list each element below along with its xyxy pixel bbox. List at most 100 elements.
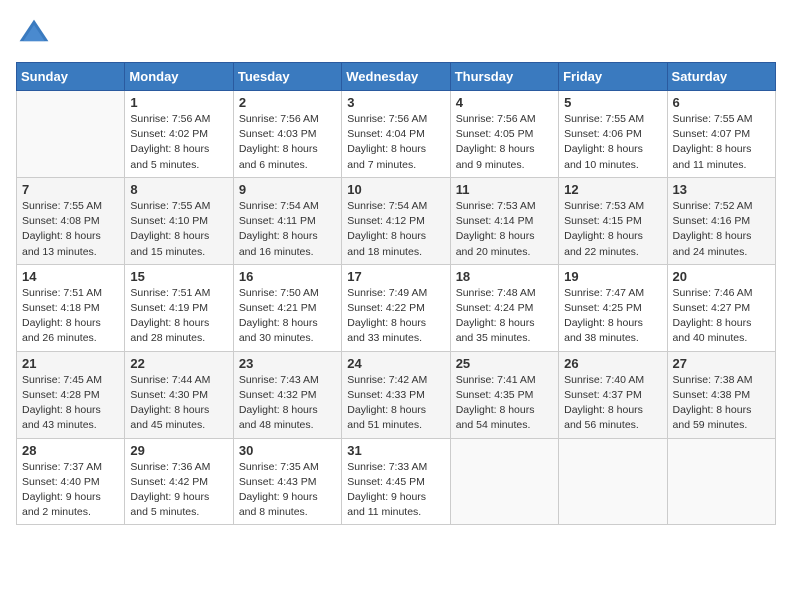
calendar-header-row: SundayMondayTuesdayWednesdayThursdayFrid… <box>17 63 776 91</box>
day-number: 26 <box>564 356 661 371</box>
day-info: Sunrise: 7:55 AM Sunset: 4:07 PM Dayligh… <box>673 112 770 173</box>
calendar-day-cell: 12 Sunrise: 7:53 AM Sunset: 4:15 PM Dayli… <box>559 177 667 264</box>
calendar-day-header: Monday <box>125 63 233 91</box>
calendar-day-header: Wednesday <box>342 63 450 91</box>
calendar-day-header: Sunday <box>17 63 125 91</box>
calendar-day-cell: 20Sunrise: 7:46 AM Sunset: 4:27 PM Dayli… <box>667 264 775 351</box>
calendar-day-header: Friday <box>559 63 667 91</box>
calendar-header: SundayMondayTuesdayWednesdayThursdayFrid… <box>17 63 776 91</box>
day-number: 4 <box>456 95 553 110</box>
day-number: 29 <box>130 443 227 458</box>
calendar-day-cell: 10 Sunrise: 7:54 AM Sunset: 4:12 PM Dayli… <box>342 177 450 264</box>
calendar-day-cell: 21Sunrise: 7:45 AM Sunset: 4:28 PM Dayli… <box>17 351 125 438</box>
day-number: 25 <box>456 356 553 371</box>
day-info: Sunrise: 7:53 AM Sunset: 4:15 PM Dayligh… <box>564 199 661 260</box>
calendar-day-cell: 3 Sunrise: 7:56 AM Sunset: 4:04 PM Daylig… <box>342 91 450 178</box>
calendar-week-row: 7 Sunrise: 7:55 AM Sunset: 4:08 PM Daylig… <box>17 177 776 264</box>
day-info: Sunrise: 7:38 AM Sunset: 4:38 PM Dayligh… <box>673 373 770 434</box>
day-info: Sunrise: 7:49 AM Sunset: 4:22 PM Dayligh… <box>347 286 444 347</box>
page-header <box>16 16 776 52</box>
calendar-day-cell: 14 Sunrise: 7:51 AM Sunset: 4:18 PM Dayli… <box>17 264 125 351</box>
calendar-day-cell: 28 Sunrise: 7:37 AM Sunset: 4:40 PM Dayli… <box>17 438 125 525</box>
day-info: Sunrise: 7:55 AM Sunset: 4:06 PM Dayligh… <box>564 112 661 173</box>
day-info: Sunrise: 7:51 AM Sunset: 4:18 PM Dayligh… <box>22 286 119 347</box>
calendar-day-cell: 30 Sunrise: 7:35 AM Sunset: 4:43 PM Dayli… <box>233 438 341 525</box>
day-number: 8 <box>130 182 227 197</box>
day-info: Sunrise: 7:52 AM Sunset: 4:16 PM Dayligh… <box>673 199 770 260</box>
calendar-day-cell: 1 Sunrise: 7:56 AM Sunset: 4:02 PM Daylig… <box>125 91 233 178</box>
day-info: Sunrise: 7:55 AM Sunset: 4:08 PM Dayligh… <box>22 199 119 260</box>
calendar-day-cell: 16 Sunrise: 7:50 AM Sunset: 4:21 PM Dayli… <box>233 264 341 351</box>
day-info: Sunrise: 7:51 AM Sunset: 4:19 PM Dayligh… <box>130 286 227 347</box>
calendar-day-cell: 23Sunrise: 7:43 AM Sunset: 4:32 PM Dayli… <box>233 351 341 438</box>
day-number: 2 <box>239 95 336 110</box>
calendar-day-cell: 8 Sunrise: 7:55 AM Sunset: 4:10 PM Daylig… <box>125 177 233 264</box>
day-info: Sunrise: 7:56 AM Sunset: 4:04 PM Dayligh… <box>347 112 444 173</box>
day-number: 5 <box>564 95 661 110</box>
calendar-week-row: 1 Sunrise: 7:56 AM Sunset: 4:02 PM Daylig… <box>17 91 776 178</box>
calendar-day-cell <box>667 438 775 525</box>
day-info: Sunrise: 7:33 AM Sunset: 4:45 PM Dayligh… <box>347 460 444 521</box>
day-number: 24 <box>347 356 444 371</box>
day-info: Sunrise: 7:56 AM Sunset: 4:05 PM Dayligh… <box>456 112 553 173</box>
day-number: 9 <box>239 182 336 197</box>
day-number: 6 <box>673 95 770 110</box>
day-number: 10 <box>347 182 444 197</box>
day-number: 27 <box>673 356 770 371</box>
calendar-day-cell: 11 Sunrise: 7:53 AM Sunset: 4:14 PM Dayli… <box>450 177 558 264</box>
day-number: 15 <box>130 269 227 284</box>
day-info: Sunrise: 7:46 AM Sunset: 4:27 PM Dayligh… <box>673 286 770 347</box>
calendar-day-cell <box>559 438 667 525</box>
day-info: Sunrise: 7:41 AM Sunset: 4:35 PM Dayligh… <box>456 373 553 434</box>
calendar-week-row: 28 Sunrise: 7:37 AM Sunset: 4:40 PM Dayli… <box>17 438 776 525</box>
day-number: 22 <box>130 356 227 371</box>
calendar-day-cell: 17 Sunrise: 7:49 AM Sunset: 4:22 PM Dayli… <box>342 264 450 351</box>
day-info: Sunrise: 7:42 AM Sunset: 4:33 PM Dayligh… <box>347 373 444 434</box>
day-info: Sunrise: 7:37 AM Sunset: 4:40 PM Dayligh… <box>22 460 119 521</box>
day-number: 13 <box>673 182 770 197</box>
day-number: 11 <box>456 182 553 197</box>
day-number: 28 <box>22 443 119 458</box>
day-info: Sunrise: 7:54 AM Sunset: 4:12 PM Dayligh… <box>347 199 444 260</box>
day-info: Sunrise: 7:53 AM Sunset: 4:14 PM Dayligh… <box>456 199 553 260</box>
day-number: 30 <box>239 443 336 458</box>
calendar-day-cell: 5 Sunrise: 7:55 AM Sunset: 4:06 PM Daylig… <box>559 91 667 178</box>
day-info: Sunrise: 7:45 AM Sunset: 4:28 PM Dayligh… <box>22 373 119 434</box>
calendar-day-header: Thursday <box>450 63 558 91</box>
calendar-day-header: Saturday <box>667 63 775 91</box>
day-number: 12 <box>564 182 661 197</box>
calendar-day-cell: 22Sunrise: 7:44 AM Sunset: 4:30 PM Dayli… <box>125 351 233 438</box>
calendar-day-cell: 31 Sunrise: 7:33 AM Sunset: 4:45 PM Dayli… <box>342 438 450 525</box>
day-info: Sunrise: 7:56 AM Sunset: 4:03 PM Dayligh… <box>239 112 336 173</box>
calendar-day-cell: 2 Sunrise: 7:56 AM Sunset: 4:03 PM Daylig… <box>233 91 341 178</box>
calendar-day-cell: 9Sunrise: 7:54 AM Sunset: 4:11 PM Daylig… <box>233 177 341 264</box>
calendar-day-cell <box>17 91 125 178</box>
day-info: Sunrise: 7:55 AM Sunset: 4:10 PM Dayligh… <box>130 199 227 260</box>
logo <box>16 16 56 52</box>
day-number: 19 <box>564 269 661 284</box>
day-number: 31 <box>347 443 444 458</box>
day-number: 1 <box>130 95 227 110</box>
logo-icon <box>16 16 52 52</box>
calendar-day-cell: 19Sunrise: 7:47 AM Sunset: 4:25 PM Dayli… <box>559 264 667 351</box>
calendar-week-row: 21Sunrise: 7:45 AM Sunset: 4:28 PM Dayli… <box>17 351 776 438</box>
day-number: 3 <box>347 95 444 110</box>
calendar-day-cell: 25 Sunrise: 7:41 AM Sunset: 4:35 PM Dayli… <box>450 351 558 438</box>
day-number: 17 <box>347 269 444 284</box>
calendar-day-cell: 27 Sunrise: 7:38 AM Sunset: 4:38 PM Dayli… <box>667 351 775 438</box>
calendar-day-cell: 15 Sunrise: 7:51 AM Sunset: 4:19 PM Dayli… <box>125 264 233 351</box>
calendar-day-cell: 13 Sunrise: 7:52 AM Sunset: 4:16 PM Dayli… <box>667 177 775 264</box>
day-number: 16 <box>239 269 336 284</box>
calendar-table: SundayMondayTuesdayWednesdayThursdayFrid… <box>16 62 776 525</box>
calendar-day-cell: 18Sunrise: 7:48 AM Sunset: 4:24 PM Dayli… <box>450 264 558 351</box>
calendar-day-cell: 26Sunrise: 7:40 AM Sunset: 4:37 PM Dayli… <box>559 351 667 438</box>
day-info: Sunrise: 7:35 AM Sunset: 4:43 PM Dayligh… <box>239 460 336 521</box>
day-number: 7 <box>22 182 119 197</box>
day-info: Sunrise: 7:56 AM Sunset: 4:02 PM Dayligh… <box>130 112 227 173</box>
day-info: Sunrise: 7:50 AM Sunset: 4:21 PM Dayligh… <box>239 286 336 347</box>
calendar-week-row: 14 Sunrise: 7:51 AM Sunset: 4:18 PM Dayli… <box>17 264 776 351</box>
day-info: Sunrise: 7:36 AM Sunset: 4:42 PM Dayligh… <box>130 460 227 521</box>
day-number: 14 <box>22 269 119 284</box>
calendar-day-cell: 4 Sunrise: 7:56 AM Sunset: 4:05 PM Daylig… <box>450 91 558 178</box>
day-info: Sunrise: 7:43 AM Sunset: 4:32 PM Dayligh… <box>239 373 336 434</box>
